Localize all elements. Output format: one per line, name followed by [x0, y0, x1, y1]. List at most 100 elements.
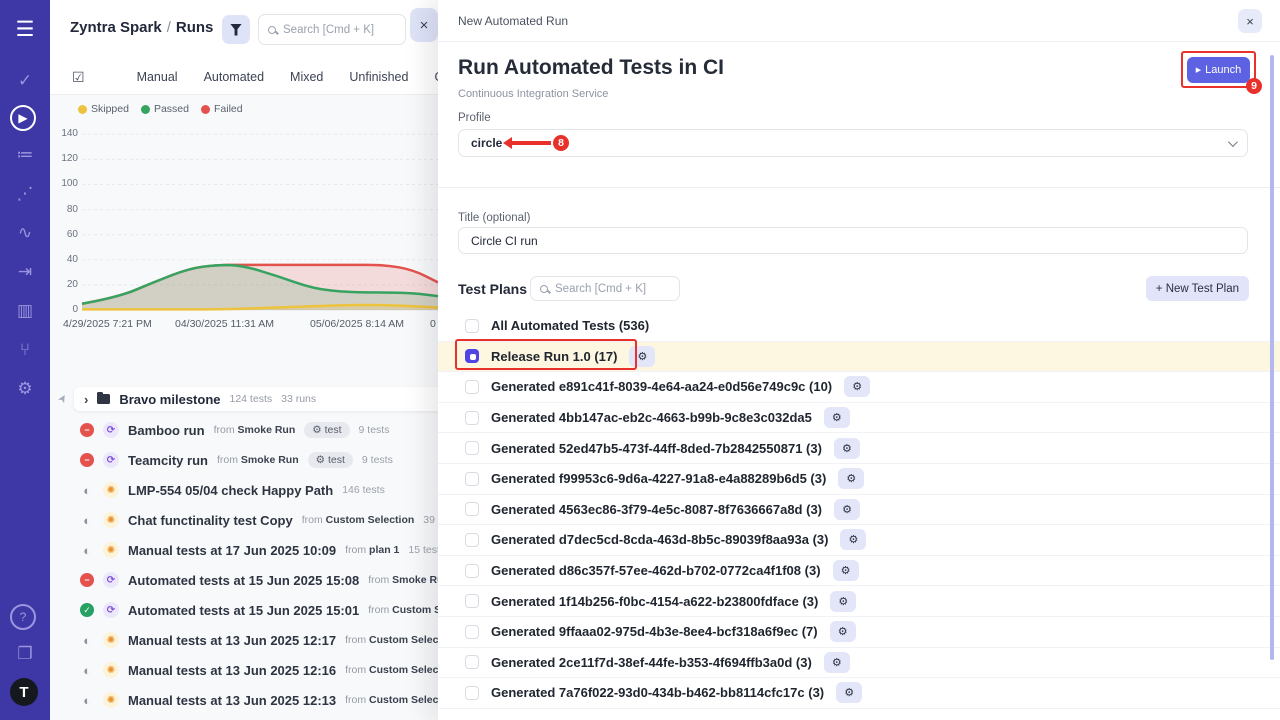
- tab-unfinished[interactable]: Unfinished: [349, 70, 408, 84]
- test-plan-row[interactable]: Generated 4563ec86-3f79-4e5c-8087-8f7636…: [438, 495, 1280, 526]
- plan-checkbox[interactable]: [465, 655, 479, 669]
- gear-icon: ⚙: [849, 533, 859, 546]
- plan-checkbox[interactable]: [465, 594, 479, 608]
- new-test-plan-button[interactable]: + New Test Plan: [1146, 276, 1249, 301]
- run-list-item[interactable]: ◐ ✺ Manual tests at 13 Jun 2025 12:17 fr…: [50, 625, 438, 655]
- import-icon[interactable]: ⇥: [10, 257, 40, 287]
- plan-settings-button[interactable]: ⚙: [833, 560, 859, 581]
- plan-settings-button[interactable]: ⚙: [834, 438, 860, 459]
- run-list-item[interactable]: ◐ ✺ Manual tests at 13 Jun 2025 12:13 fr…: [50, 685, 438, 715]
- manual-run-icon: ✺: [103, 542, 119, 558]
- test-plan-row[interactable]: Release Run 1.0 (17) ⚙: [438, 342, 1280, 373]
- runs-search[interactable]: [258, 14, 406, 45]
- plan-settings-button[interactable]: ⚙: [824, 652, 850, 673]
- test-plan-row[interactable]: Generated e891c41f-8039-4e64-aa24-e0d56e…: [438, 372, 1280, 403]
- y-axis-tick: 120: [54, 153, 78, 164]
- gear-icon: ⚙: [842, 503, 852, 516]
- breadcrumb-separator: /: [162, 19, 176, 36]
- expand-chevron-icon[interactable]: ›: [84, 392, 88, 407]
- annotation-arrow-shaft: [511, 141, 551, 145]
- drawer-scrollbar[interactable]: [1270, 55, 1274, 660]
- plan-label: Generated 4bb147ac-eb2c-4663-b99b-9c8e3c…: [491, 410, 812, 425]
- run-list-item[interactable]: − ⟳ Automated tests at 15 Jun 2025 15:08…: [50, 565, 438, 595]
- x-axis-tick: 4/29/2025 7:21 PM: [63, 318, 152, 330]
- title-input[interactable]: [458, 227, 1248, 254]
- plans-icon[interactable]: ≔: [10, 140, 40, 170]
- automated-run-icon: ⟳: [103, 572, 119, 588]
- branch-icon[interactable]: ⑂: [10, 335, 40, 365]
- tab-automated[interactable]: Automated: [204, 70, 264, 84]
- breadcrumb-project[interactable]: Zyntra Spark: [70, 19, 162, 36]
- milestone-row[interactable]: › Bravo milestone 124 tests 33 runs: [74, 387, 438, 411]
- test-plans-search[interactable]: [530, 276, 680, 301]
- plan-checkbox[interactable]: [465, 625, 479, 639]
- run-list-item[interactable]: ◐ ✺ Manual tests at 13 Jun 2025 12:16 fr…: [50, 655, 438, 685]
- panel-close-button[interactable]: ×: [410, 8, 438, 42]
- menu-icon[interactable]: ☰: [10, 14, 40, 44]
- gear-icon: ⚙: [838, 625, 848, 638]
- test-plan-row[interactable]: Generated d7dec5cd-8cda-463d-8b5c-89039f…: [438, 525, 1280, 556]
- plan-label: Release Run 1.0 (17): [491, 349, 617, 364]
- tests-icon[interactable]: ✓: [10, 66, 40, 96]
- plan-checkbox[interactable]: [465, 502, 479, 516]
- status-failed-icon: −: [80, 573, 94, 587]
- run-list-item[interactable]: − ⟳ Teamcity run from Smoke Run ⚙ test 9…: [50, 445, 438, 475]
- profile-select[interactable]: circle: [458, 129, 1248, 157]
- filter-button[interactable]: [222, 15, 250, 44]
- test-plans-search-input[interactable]: [555, 283, 670, 295]
- plan-checkbox[interactable]: [465, 533, 479, 547]
- run-list-item[interactable]: ✓ ⟳ Automated tests at 15 Jun 2025 15:01…: [50, 595, 438, 625]
- logo-avatar[interactable]: T: [10, 678, 38, 706]
- plan-checkbox[interactable]: [465, 380, 479, 394]
- run-list-item[interactable]: ◐ ✺ Chat functinality test Copy from Cus…: [50, 505, 438, 535]
- plan-settings-button[interactable]: ⚙: [830, 621, 856, 642]
- plan-settings-button[interactable]: ⚙: [830, 591, 856, 612]
- plan-checkbox[interactable]: [465, 472, 479, 486]
- plan-settings-button[interactable]: ⚙: [824, 407, 850, 428]
- plan-settings-button[interactable]: ⚙: [838, 468, 864, 489]
- plan-label: Generated d86c357f-57ee-462d-b702-0772ca…: [491, 563, 821, 578]
- run-list-item[interactable]: ◐ ✺ Manual tests at 17 Jun 2025 10:09 fr…: [50, 535, 438, 565]
- test-plan-row[interactable]: Generated 52ed47b5-473f-44ff-8ded-7b2842…: [438, 433, 1280, 464]
- tab-mixed[interactable]: Mixed: [290, 70, 323, 84]
- run-list-item[interactable]: ◐ ✺ LMP-554 05/04 check Happy Path 146 t…: [50, 475, 438, 505]
- drawer-close-button[interactable]: ×: [1238, 9, 1262, 33]
- plan-checkbox[interactable]: [465, 411, 479, 425]
- select-all-icon[interactable]: ☑: [72, 69, 85, 86]
- status-progress-icon: ◐: [80, 513, 94, 527]
- launch-button[interactable]: ▶ Launch: [1187, 57, 1250, 83]
- y-axis-tick: 80: [54, 204, 78, 215]
- analytics-icon[interactable]: ▥: [10, 296, 40, 326]
- test-plan-row[interactable]: Generated f99953c6-9d6a-4227-91a8-e4a882…: [438, 464, 1280, 495]
- runs-icon[interactable]: ▶: [10, 105, 36, 131]
- test-plan-row[interactable]: All Automated Tests (536): [438, 311, 1280, 342]
- plan-checkbox[interactable]: [465, 564, 479, 578]
- page-subtitle: Continuous Integration Service: [458, 88, 608, 100]
- run-list-item[interactable]: − ⟳ Bamboo run from Smoke Run ⚙ test 9 t…: [50, 415, 438, 445]
- test-plan-row[interactable]: Generated 4bb147ac-eb2c-4663-b99b-9c8e3c…: [438, 403, 1280, 434]
- test-plan-row[interactable]: Generated 1f14b256-f0bc-4154-a622-b23800…: [438, 586, 1280, 617]
- test-plan-row[interactable]: Generated 2ce11f7d-38ef-44fe-b353-4f694f…: [438, 648, 1280, 679]
- runs-search-input[interactable]: [283, 24, 396, 36]
- plan-settings-button[interactable]: ⚙: [834, 499, 860, 520]
- pulse-icon[interactable]: ∿: [10, 218, 40, 248]
- plan-checkbox[interactable]: [465, 319, 479, 333]
- tab-manual[interactable]: Manual: [137, 70, 178, 84]
- legend-passed: Passed: [141, 103, 189, 115]
- docs-icon[interactable]: ❐: [10, 639, 40, 669]
- test-tag-badge: ⚙ test: [304, 422, 349, 438]
- plan-settings-button[interactable]: ⚙: [844, 376, 870, 397]
- plan-checkbox[interactable]: [465, 686, 479, 700]
- legend-dot: [78, 105, 87, 114]
- milestones-icon[interactable]: ⋰: [10, 179, 40, 209]
- plan-checkbox[interactable]: [465, 441, 479, 455]
- plan-settings-button[interactable]: ⚙: [840, 529, 866, 550]
- test-plan-row[interactable]: Generated 7a76f022-93d0-434b-b462-bb8114…: [438, 678, 1280, 709]
- plan-settings-button[interactable]: ⚙: [836, 682, 862, 703]
- test-plan-row[interactable]: Generated 9ffaaa02-975d-4b3e-8ee4-bcf318…: [438, 617, 1280, 648]
- settings-icon[interactable]: ⚙: [10, 374, 40, 404]
- plan-checkbox[interactable]: [465, 349, 479, 363]
- test-plan-row[interactable]: Generated d86c357f-57ee-462d-b702-0772ca…: [438, 556, 1280, 587]
- plan-settings-button[interactable]: ⚙: [629, 346, 655, 367]
- help-icon[interactable]: ?: [10, 604, 36, 630]
